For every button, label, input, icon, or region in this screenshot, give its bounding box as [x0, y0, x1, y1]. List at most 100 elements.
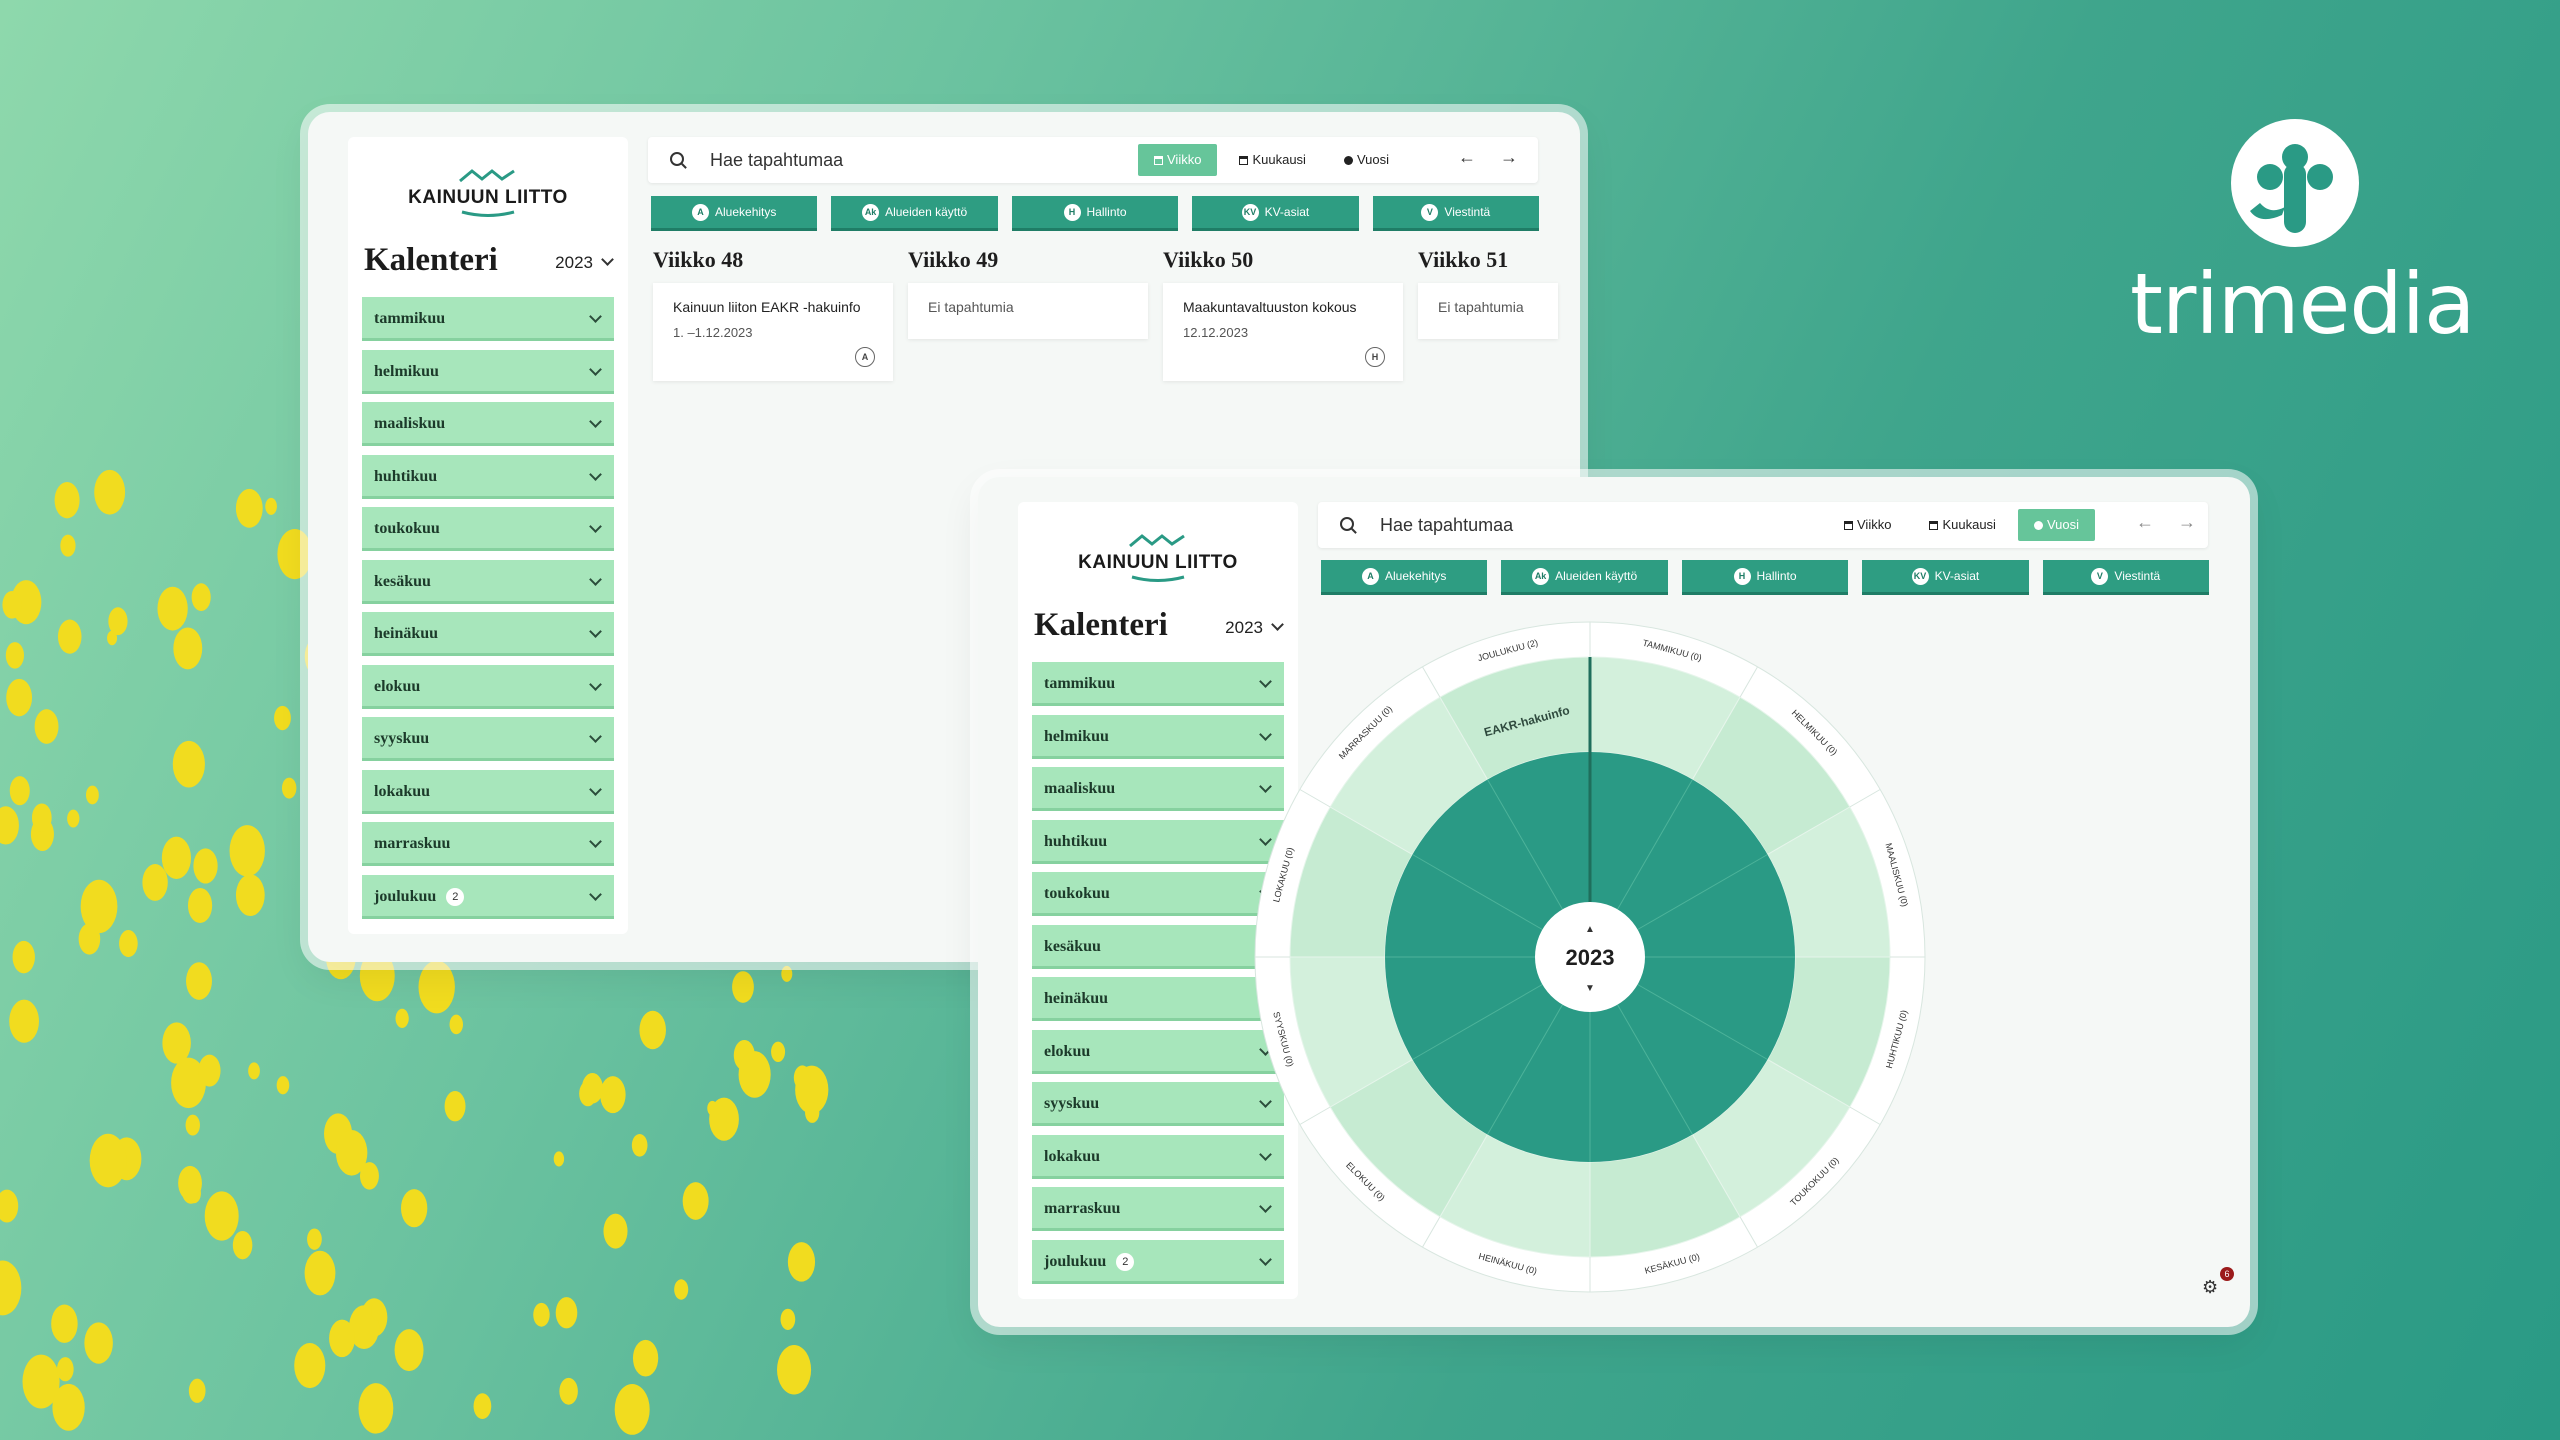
tab-week[interactable]: Viikko — [1828, 509, 1907, 541]
month-label: marraskuu — [374, 835, 451, 852]
month-label: tammikuu — [1044, 675, 1116, 692]
decorative-dot — [358, 1383, 394, 1434]
month-item[interactable]: lokakuu — [1032, 1134, 1284, 1179]
month-item[interactable]: joulukuu 2 — [362, 874, 614, 919]
category-label: Alueiden käyttö — [885, 205, 968, 219]
arrow-down-icon: ▼ — [1585, 983, 1595, 994]
month-label: helmikuu — [374, 362, 439, 380]
settings-button[interactable]: ⚙ 6 — [2202, 1267, 2234, 1301]
category-button[interactable]: KV KV-asiat — [1862, 560, 2029, 595]
month-item[interactable]: joulukuu 2 — [1032, 1239, 1284, 1284]
decorative-dot — [229, 825, 265, 877]
category-button[interactable]: Ak Alueiden käyttö — [1501, 560, 1668, 595]
prev-arrow-icon[interactable]: ← — [1458, 147, 1476, 168]
decorative-dot — [51, 1304, 78, 1343]
decorative-dot — [9, 999, 39, 1043]
month-item[interactable]: maaliskuu — [1032, 767, 1284, 811]
tab-year[interactable]: Vuosi — [1328, 144, 1405, 176]
decorative-dot — [555, 1297, 578, 1329]
month-label: syyskuu — [374, 730, 430, 747]
decorative-dot — [193, 848, 218, 884]
kainuun-liitto-logo: KAINUUN LIITTO — [1018, 532, 1298, 592]
search-input[interactable] — [1378, 514, 1782, 537]
month-item[interactable]: kesäkuu — [1032, 924, 1284, 969]
decorative-dot — [771, 1041, 786, 1062]
decorative-dot — [674, 1279, 689, 1300]
decorative-dot — [80, 879, 118, 934]
category-button[interactable]: Ak Alueiden käyttö — [831, 196, 998, 231]
event-card[interactable]: Maakuntavaltuuston kokous 12.12.2023 H — [1163, 283, 1403, 381]
year-select[interactable]: 2023 — [555, 253, 614, 273]
decorative-dot — [235, 488, 263, 528]
month-label: huhtikuu — [1044, 832, 1108, 850]
month-label: marraskuu — [1044, 1200, 1121, 1217]
decorative-dot — [631, 1133, 648, 1157]
month-item[interactable]: syyskuu — [1032, 1082, 1284, 1126]
month-label: kesäkuu — [1044, 937, 1101, 955]
month-item[interactable]: heinäkuu — [362, 612, 614, 656]
decorative-dot — [781, 965, 793, 982]
category-badge-icon: H — [1733, 568, 1751, 585]
tab-week[interactable]: Viikko — [1138, 144, 1218, 176]
decorative-dot — [31, 803, 52, 833]
month-item[interactable]: marraskuu — [362, 822, 614, 866]
month-item[interactable]: kesäkuu — [362, 559, 614, 604]
category-button[interactable]: H Hallinto — [1681, 560, 1849, 595]
decorative-dot — [329, 1319, 356, 1358]
period-navigation: ← → — [1458, 147, 1518, 168]
month-item[interactable]: helmikuu — [1032, 714, 1284, 759]
calendar-icon — [1154, 156, 1163, 165]
month-item[interactable]: huhtikuu — [362, 454, 614, 499]
chevron-down-icon — [601, 253, 614, 266]
decorative-dot — [579, 1080, 597, 1107]
event-card[interactable]: Kainuun liiton EAKR -hakuinfo 1. –1.12.20… — [653, 283, 893, 381]
search-bar: Viikko Kuukausi Vuosi ← → — [1318, 502, 2208, 548]
decorative-dot — [400, 1189, 428, 1228]
category-button[interactable]: V Viestintä — [2042, 560, 2210, 595]
month-label: maaliskuu — [1044, 780, 1116, 797]
month-item[interactable]: elokuu — [1032, 1029, 1284, 1074]
month-item[interactable]: marraskuu — [1032, 1187, 1284, 1231]
month-item[interactable]: syyskuu — [362, 717, 614, 761]
tab-month[interactable]: Kuukausi — [1223, 144, 1321, 176]
week-title: Viikko 48 — [653, 247, 744, 272]
category-button[interactable]: A Aluekehitys — [651, 196, 818, 231]
month-item[interactable]: lokakuu — [362, 769, 614, 814]
tab-month[interactable]: Kuukausi — [1913, 509, 2011, 541]
month-label: maaliskuu — [374, 415, 446, 432]
search-bar: Viikko Kuukausi Vuosi ← → — [648, 137, 1538, 183]
next-arrow-icon[interactable]: → — [1500, 147, 1518, 168]
month-item[interactable]: helmikuu — [362, 349, 614, 394]
month-item[interactable]: tammikuu — [1032, 662, 1284, 706]
week-column: Viikko 49 Ei tapahtumia — [908, 247, 1148, 339]
month-item[interactable]: elokuu — [362, 664, 614, 709]
month-item[interactable]: toukokuu — [1032, 872, 1284, 916]
category-button[interactable]: V Viestintä — [1372, 196, 1540, 231]
decorative-dot — [777, 1345, 812, 1395]
search-input[interactable] — [708, 149, 1112, 172]
next-arrow-icon[interactable]: → — [2178, 512, 2196, 533]
category-badge-icon: A — [1362, 568, 1380, 585]
category-button[interactable]: H Hallinto — [1011, 196, 1179, 231]
trimedia-wordmark: trimedia — [2130, 255, 2475, 353]
arrow-up-icon: ▲ — [1585, 924, 1595, 935]
month-item[interactable]: heinäkuu — [1032, 977, 1284, 1021]
decorative-dot — [84, 1322, 113, 1364]
decorative-dot — [603, 1213, 628, 1249]
month-label: heinäkuu — [374, 625, 439, 642]
decorative-dot — [188, 1378, 206, 1403]
month-item[interactable]: maaliskuu — [362, 402, 614, 446]
decorative-dot — [632, 1339, 659, 1377]
week-title: Viikko 49 — [908, 247, 999, 272]
tab-year[interactable]: Vuosi — [2017, 509, 2095, 541]
decorative-dot — [142, 864, 168, 901]
category-button[interactable]: KV KV-asiat — [1192, 196, 1359, 231]
month-item[interactable]: huhtikuu — [1032, 819, 1284, 864]
category-button[interactable]: A Aluekehitys — [1321, 560, 1488, 595]
event-title: Maakuntavaltuuston kokous — [1183, 299, 1357, 315]
month-item[interactable]: toukokuu — [362, 507, 614, 551]
month-item[interactable]: tammikuu — [362, 297, 614, 341]
decorative-dot — [371, 1301, 385, 1321]
month-label: toukokuu — [1044, 885, 1110, 902]
prev-arrow-icon[interactable]: ← — [2136, 512, 2154, 533]
